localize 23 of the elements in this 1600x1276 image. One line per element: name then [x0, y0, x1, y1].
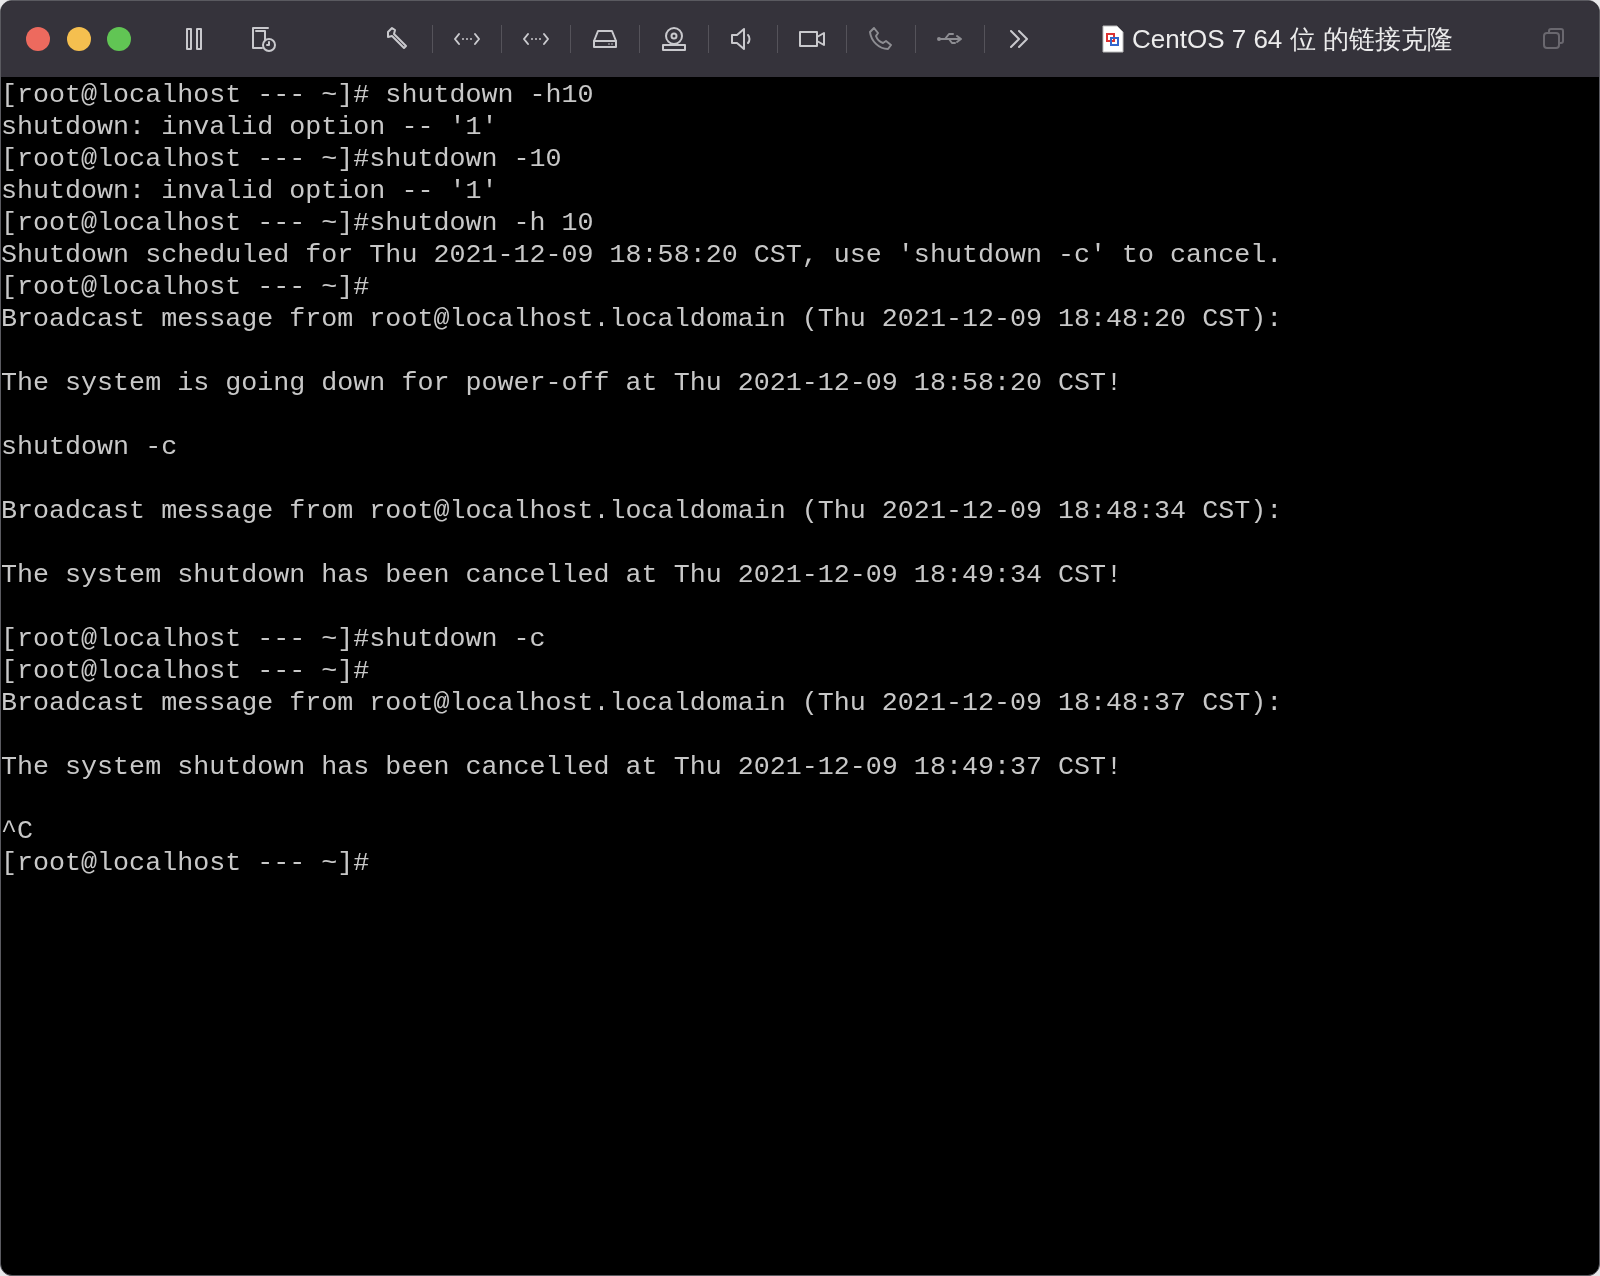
- terminal-line: shutdown: invalid option -- '1': [1, 112, 498, 142]
- terminal-line: Broadcast message from root@localhost.localdomain (Thu 2021-12-09 18:48:37 CST):: [1, 688, 1283, 718]
- terminal-line: [root@localhost --- ~]#: [1, 848, 370, 878]
- zoom-button[interactable]: [107, 27, 131, 51]
- terminal-line: ^C: [1, 816, 34, 846]
- terminal-line: [root@localhost --- ~]#: [1, 272, 370, 302]
- terminal-line: [root@localhost --- ~]#shutdown -10: [1, 144, 562, 174]
- terminal-line: [root@localhost --- ~]#: [1, 656, 370, 686]
- terminal-line: The system shutdown has been cancelled at Thu 2021-12-09 18:49:37 CST!: [1, 752, 1123, 782]
- close-button[interactable]: [26, 27, 50, 51]
- window-title: CentOS 7 64 位 的链接克隆: [1132, 22, 1453, 56]
- terminal-line: shutdown -c: [1, 432, 178, 462]
- terminal-line: [root@localhost --- ~]#shutdown -c: [1, 624, 546, 654]
- document-icon: [1102, 25, 1124, 53]
- terminal-line: Broadcast message from root@localhost.localdomain (Thu 2021-12-09 18:48:34 CST):: [1, 496, 1283, 526]
- terminal-line: Shutdown scheduled for Thu 2021-12-09 18:58:20 CST, use 'shutdown -c' to cancel.: [1, 240, 1283, 270]
- terminal-line: [root@localhost --- ~]#shutdown -h 10: [1, 208, 594, 238]
- minimize-button[interactable]: [67, 27, 91, 51]
- terminal-line: The system shutdown has been cancelled at Thu 2021-12-09 18:49:34 CST!: [1, 560, 1123, 590]
- terminal-line: Broadcast message from root@localhost.localdomain (Thu 2021-12-09 18:48:20 CST):: [1, 304, 1283, 334]
- terminal-line: [root@localhost --- ~]# shutdown -h10: [1, 80, 594, 110]
- terminal-line: The system is going down for power-off at Thu 2021-12-09 18:58:20 CST!: [1, 368, 1123, 398]
- terminal-line: shutdown: invalid option -- '1': [1, 176, 498, 206]
